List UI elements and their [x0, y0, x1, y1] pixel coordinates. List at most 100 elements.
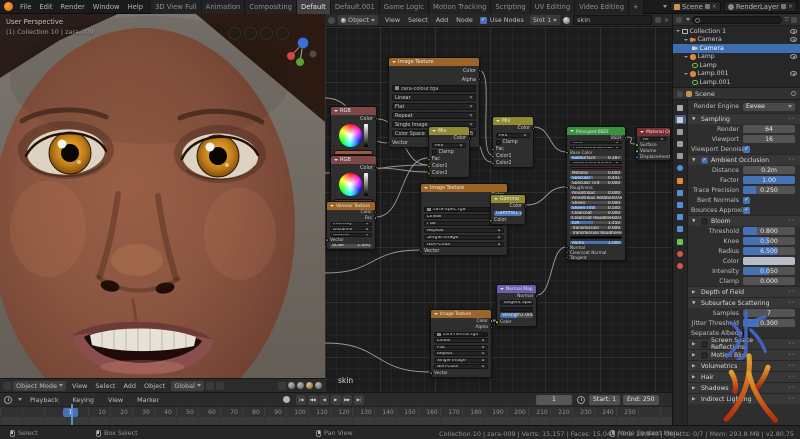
node-row-scale[interactable]: Scale1.000 — [327, 243, 375, 249]
panel-checkbox[interactable]: ✓ — [702, 157, 708, 163]
node-slider[interactable]: Sheen Tint0.500 — [570, 206, 622, 210]
properties-tab-render[interactable] — [675, 115, 686, 124]
wireframe-shading-icon[interactable] — [288, 382, 295, 389]
node-header[interactable]: Material Output — [637, 128, 670, 136]
properties-tab-physics[interactable] — [675, 213, 686, 222]
node-gamma[interactable]: GammaColorGamma1.000Color — [490, 194, 526, 225]
node-slider[interactable]: Specular Tint0.000 — [570, 181, 622, 185]
outliner-row-camera[interactable]: Camera — [673, 44, 800, 53]
properties-tab-view-layer[interactable] — [675, 140, 686, 149]
color-wheel[interactable] — [339, 173, 362, 196]
node-image-texture-normal[interactable]: Image TextureColorAlphazara-normal.tgaLi… — [430, 309, 492, 378]
node-header[interactable]: Gamma — [491, 195, 525, 203]
panel-header-screen-space-reflections[interactable]: ▶Screen Space Reflections•• — [688, 338, 800, 349]
shader-menu-node[interactable]: Node — [452, 16, 477, 24]
collapse-icon[interactable] — [334, 110, 338, 112]
menu-window[interactable]: Window — [89, 3, 124, 11]
node-header[interactable]: Principled BSDF — [567, 127, 625, 135]
material-name-field[interactable]: skin — [573, 15, 652, 25]
solid-shading-icon[interactable] — [297, 382, 304, 389]
outliner-row-lamp[interactable]: Lamp — [673, 61, 800, 70]
prop-checkbox[interactable] — [743, 330, 750, 337]
node-slider[interactable]: Scale1.000 — [330, 244, 372, 248]
node-dropdown[interactable]: Flat — [434, 345, 488, 350]
output-socket[interactable] — [624, 136, 628, 140]
node-slider[interactable]: Transmission0.000 — [570, 226, 622, 230]
node-slider[interactable]: Anisotropic Rotation0.000 — [570, 196, 622, 200]
output-socket[interactable] — [468, 137, 472, 141]
node-mix-1[interactable]: MixColorMixClampFacColor1Color2 — [428, 126, 470, 178]
node-dropdown[interactable]: All — [640, 137, 667, 142]
node-dropdown[interactable]: Mix — [432, 143, 466, 148]
properties-tab-material[interactable] — [675, 249, 686, 258]
node-dropdown[interactable]: Flat — [392, 103, 476, 110]
output-socket[interactable] — [375, 117, 379, 121]
menu-render[interactable]: Render — [57, 3, 89, 11]
prop-slider[interactable]: 0.500 — [743, 237, 795, 245]
prop-slider[interactable]: 0.050 — [743, 267, 795, 275]
node-slider[interactable]: Gamma1.000 — [494, 211, 522, 216]
node-dropdown[interactable]: Linear — [392, 94, 476, 101]
prop-field[interactable]: 7 — [743, 309, 795, 317]
node-material-output[interactable]: Material OutputAllSurfaceVolumeDisplacem… — [636, 127, 671, 161]
outliner-row-camera[interactable]: Camera — [673, 36, 800, 45]
node-dropdown[interactable]: Mix — [496, 133, 530, 138]
shader-type-dropdown[interactable]: Object — [338, 15, 378, 25]
node-canvas[interactable]: skin Image TextureColorAlphazara-colour.… — [325, 27, 672, 392]
node-row-mix[interactable]: Mix — [493, 132, 533, 139]
node-principled-bsdf[interactable]: Principled BSDFBSDFGGXChristensen-Burley… — [566, 126, 626, 261]
properties-tab-output[interactable] — [675, 127, 686, 136]
jump-end-button[interactable]: ▶| — [354, 395, 364, 405]
proportional-edit-icon[interactable] — [216, 382, 224, 390]
workspace-tab--[interactable]: + — [629, 0, 644, 14]
node-row-zara-colour-tga[interactable]: zara-colour.tga — [389, 84, 479, 93]
node-slider[interactable]: Anisotropic0.000 — [570, 191, 622, 195]
collapse-icon[interactable] — [334, 159, 338, 161]
node-dropdown[interactable]: Repeat — [392, 112, 476, 119]
node-row-wheel[interactable] — [331, 171, 376, 198]
input-socket[interactable] — [635, 155, 639, 159]
node-dropdown[interactable]: Tangent Space — [500, 300, 533, 305]
expand-icon[interactable] — [676, 30, 680, 32]
workspace-tab-motion-tracking[interactable]: Motion Tracking — [429, 0, 492, 14]
input-socket[interactable] — [565, 151, 569, 155]
collapse-icon[interactable] — [392, 61, 396, 63]
prop-slider[interactable]: 6.500 — [743, 247, 795, 255]
collapse-icon[interactable] — [432, 130, 436, 132]
workspace-tab-default-001[interactable]: Default.001 — [331, 0, 380, 14]
prop-checkbox[interactable]: ✓ — [743, 146, 750, 153]
expand-icon[interactable] — [684, 56, 688, 58]
workspace-tab-scripting[interactable]: Scripting — [491, 0, 530, 14]
panel-header-indirect-lighting[interactable]: ▶Indirect Lighting•• — [688, 393, 800, 404]
new-layer-icon[interactable] — [781, 4, 786, 9]
move-gadget-icon[interactable] — [244, 27, 257, 40]
display-mode-chevron[interactable] — [686, 18, 690, 21]
viewport-menu-select[interactable]: Select — [91, 382, 119, 390]
properties-tab-constraints[interactable] — [675, 225, 686, 234]
node-row-mix[interactable]: Mix — [429, 142, 469, 149]
node-checkbox[interactable] — [432, 150, 437, 155]
menu-file[interactable]: File — [16, 3, 35, 11]
prop-slider[interactable]: 0.800 — [743, 227, 795, 235]
editor-type-icon[interactable] — [328, 17, 335, 24]
panel-header-volumetrics[interactable]: ▶Volumetrics•• — [688, 360, 800, 371]
shader-menu-add[interactable]: Add — [432, 16, 452, 24]
node-row-linear[interactable]: Linear — [389, 93, 479, 102]
unlink-material-icon[interactable]: × — [664, 17, 669, 24]
outliner-row-lamp-001[interactable]: Lamp.001 — [673, 70, 800, 79]
blender-logo-icon[interactable] — [4, 2, 13, 11]
timeline-ruler[interactable]: 1 10203040506070809010011012013014015016… — [0, 406, 672, 417]
workspace-tab-3d-view-full[interactable]: 3D View Full — [151, 0, 202, 14]
use-nodes-checkbox[interactable]: ✓ — [480, 17, 487, 24]
editor-type-icon[interactable] — [677, 91, 683, 97]
workspace-tab-animation[interactable]: Animation — [202, 0, 246, 14]
collapse-icon[interactable] — [640, 131, 644, 133]
input-socket[interactable] — [387, 141, 391, 145]
panel-checkbox[interactable] — [702, 352, 708, 358]
prop-checkbox[interactable]: ✓ — [743, 207, 750, 214]
input-socket[interactable] — [491, 148, 495, 152]
color-swatch[interactable] — [570, 236, 622, 240]
workspace-tab-default[interactable]: Default — [297, 0, 331, 14]
viewport-menu-object[interactable]: Object — [140, 382, 169, 390]
filter-icon[interactable]: ▽ — [784, 16, 789, 23]
